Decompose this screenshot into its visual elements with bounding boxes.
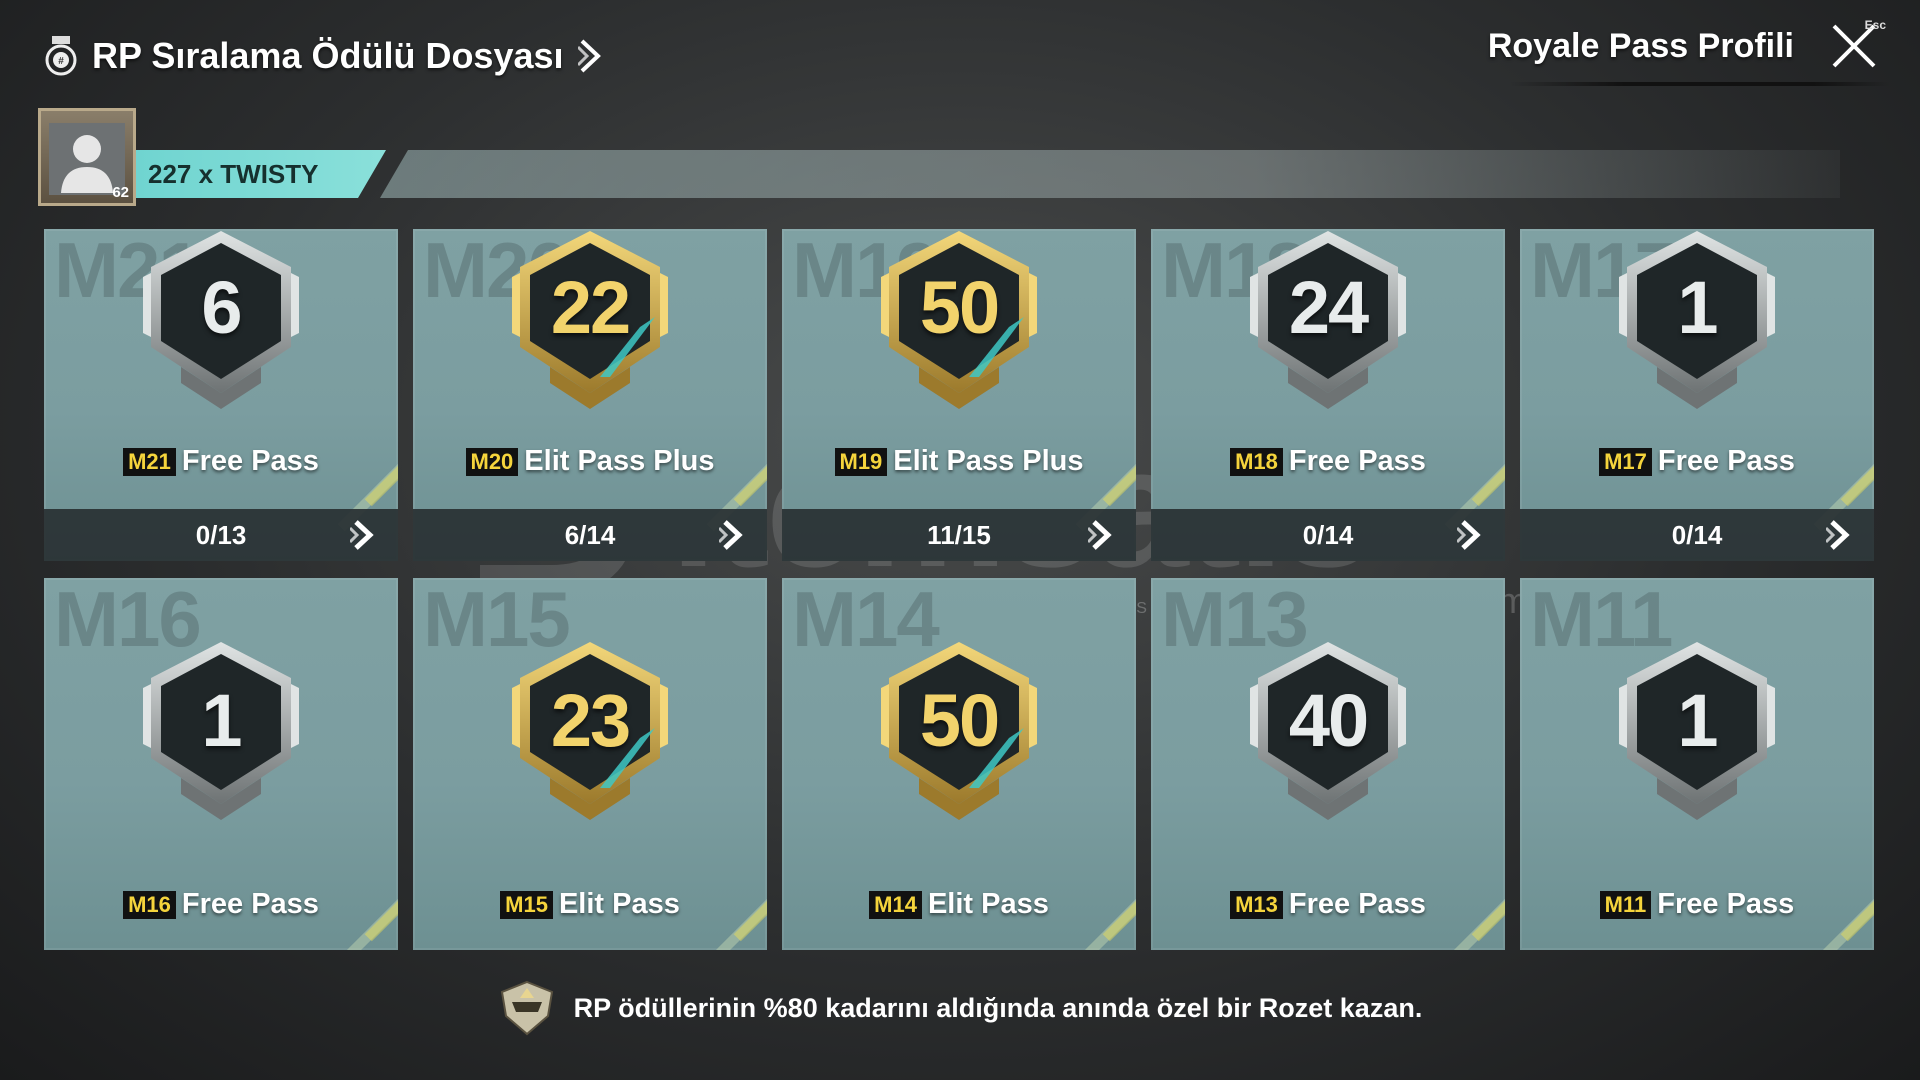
medal-icon: # xyxy=(45,36,77,76)
rank-badge: 1 xyxy=(121,628,321,828)
page-title: RP Sıralama Ödülü Dosyası xyxy=(92,35,564,76)
season-card-m16[interactable]: M16 1 M16 Free Pass xyxy=(44,578,398,950)
season-tag: M18 xyxy=(1230,447,1283,476)
pass-label: M11 Free Pass xyxy=(1520,888,1874,921)
rank-badge: 50 xyxy=(859,628,1059,828)
close-button[interactable]: Esc xyxy=(1828,18,1886,72)
progress-text: 0/14 xyxy=(1302,519,1354,550)
rank-number: 1 xyxy=(1677,679,1718,762)
season-card-m13[interactable]: M13 40 M13 Free Pass xyxy=(1151,578,1505,950)
season-tag: M20 xyxy=(465,447,519,476)
rank-badge: 1 xyxy=(1597,628,1797,828)
royale-pass-profile-link[interactable]: Royale Pass Profili xyxy=(1488,27,1794,66)
progress-bar[interactable]: 0/14 xyxy=(1520,509,1874,561)
rank-number: 22 xyxy=(550,266,631,349)
season-tag: M17 xyxy=(1599,447,1652,476)
footer-hint: RP ödüllerinin %80 kadarını aldığında an… xyxy=(0,980,1920,1036)
rank-badge: 22 xyxy=(490,229,690,417)
rank-badge: 24 xyxy=(1228,229,1428,417)
pass-name: Free Pass xyxy=(181,888,319,920)
season-tag: M15 xyxy=(500,890,553,919)
rank-badge: 40 xyxy=(1228,628,1428,828)
chevron-right-icon xyxy=(577,39,601,73)
progress-bar[interactable]: 11/15 xyxy=(782,509,1136,561)
pass-name: Free Pass xyxy=(1657,445,1795,477)
season-tag: M11 xyxy=(1599,890,1652,919)
progress-bar[interactable]: 0/13 xyxy=(44,509,398,561)
pass-name: Free Pass xyxy=(1657,888,1795,920)
progress-text: 6/14 xyxy=(564,519,616,550)
pass-label: M16 Free Pass xyxy=(44,888,398,921)
season-card-m20[interactable]: M20 22 M20 Elit Pass Plus 6/14 xyxy=(413,229,767,561)
rank-badge: 6 xyxy=(121,229,321,417)
chevron-right-icon xyxy=(1826,520,1850,550)
season-card-m15[interactable]: M15 23 M15 Elit Pass xyxy=(413,578,767,950)
chevron-right-icon xyxy=(1088,520,1112,550)
pass-label: M15 Elit Pass xyxy=(413,888,767,921)
rank-badge: 1 xyxy=(1597,229,1797,417)
rank-number: 50 xyxy=(919,679,1000,762)
season-card-m21[interactable]: M21 6 M21 Free Pass 0/13 xyxy=(44,229,398,561)
progress-bar[interactable]: 6/14 xyxy=(413,509,767,561)
pass-name: Elit Pass Plus xyxy=(524,445,715,477)
season-tag: M13 xyxy=(1230,890,1283,919)
season-tag: M19 xyxy=(834,447,888,476)
season-card-m17[interactable]: M17 1 M17 Free Pass 0/14 xyxy=(1520,229,1874,561)
progress-text: 0/14 xyxy=(1671,519,1723,550)
pass-label: M17 Free Pass xyxy=(1520,445,1874,478)
svg-text:#: # xyxy=(58,56,64,67)
rank-badge: 23 xyxy=(490,628,690,828)
pass-name: Elit Pass xyxy=(927,888,1049,920)
pass-label: M20 Elit Pass Plus xyxy=(413,445,767,478)
chevron-right-icon xyxy=(1457,520,1481,550)
pass-name: Free Pass xyxy=(181,445,319,477)
progress-bar[interactable]: 0/14 xyxy=(1151,509,1505,561)
esc-hint: Esc xyxy=(1864,18,1886,32)
pass-label: M13 Free Pass xyxy=(1151,888,1505,921)
badge-emblem-icon xyxy=(500,980,553,1036)
footer-text: RP ödüllerinin %80 kadarını aldığında an… xyxy=(573,992,1423,1023)
rank-number: 40 xyxy=(1288,679,1369,762)
pass-label: M18 Free Pass xyxy=(1151,445,1505,478)
player-strip xyxy=(380,150,1840,198)
pass-label: M21 Free Pass xyxy=(44,445,398,478)
rank-number: 1 xyxy=(1677,266,1718,349)
season-card-m11[interactable]: M11 1 M11 Free Pass xyxy=(1520,578,1874,950)
season-card-m18[interactable]: M18 24 M18 Free Pass 0/14 xyxy=(1151,229,1505,561)
rank-number: 23 xyxy=(550,679,631,762)
pass-name: Elit Pass Plus xyxy=(893,445,1084,477)
pass-label: M19 Elit Pass Plus xyxy=(782,445,1136,478)
rank-number: 6 xyxy=(201,266,242,349)
player-name: 227 x TWISTY xyxy=(130,150,386,198)
chevron-right-icon xyxy=(719,520,743,550)
rank-number: 50 xyxy=(919,266,1000,349)
pass-label: M14 Elit Pass xyxy=(782,888,1136,921)
season-tag: M14 xyxy=(869,890,922,919)
season-card-m14[interactable]: M14 50 M14 Elit Pass xyxy=(782,578,1136,950)
rank-reward-header[interactable]: # RP Sıralama Ödülü Dosyası xyxy=(44,30,604,82)
progress-text: 0/13 xyxy=(195,519,247,550)
pass-name: Elit Pass xyxy=(558,888,680,920)
rank-number: 1 xyxy=(201,679,242,762)
rank-number: 24 xyxy=(1288,266,1369,349)
season-tag: M16 xyxy=(123,890,176,919)
player-level: 62 xyxy=(112,184,129,201)
season-tag: M21 xyxy=(123,447,176,476)
header-underline xyxy=(1510,82,1890,86)
avatar[interactable]: 62 xyxy=(38,108,136,206)
rank-badge: 50 xyxy=(859,229,1059,417)
pass-name: Free Pass xyxy=(1288,888,1426,920)
pass-name: Free Pass xyxy=(1288,445,1426,477)
chevron-right-icon xyxy=(350,520,374,550)
season-card-m19[interactable]: M19 50 M19 Elit Pass Plus 11/15 xyxy=(782,229,1136,561)
progress-text: 11/15 xyxy=(927,519,991,550)
